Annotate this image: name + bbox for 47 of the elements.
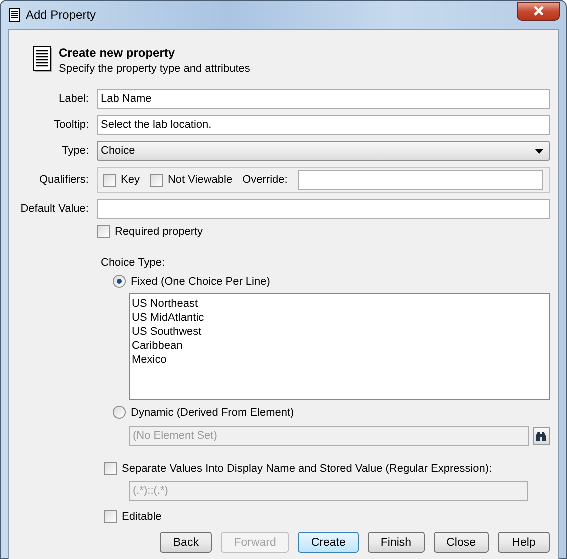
checkbox-label: Separate Values Into Display Name and Stored Value (Regular Expression): <box>122 462 492 474</box>
header-title: Create new property <box>59 46 176 60</box>
document-icon <box>9 8 20 22</box>
window-title: Add Property <box>26 8 98 22</box>
checkbox[interactable] <box>103 174 116 186</box>
list-item: Mexico <box>132 353 168 367</box>
checkbox[interactable] <box>150 174 163 186</box>
close-icon <box>532 6 544 16</box>
override-field[interactable] <box>298 170 543 190</box>
list-item: US Northeast <box>132 297 200 311</box>
type-dropdown[interactable]: Choice <box>97 141 550 161</box>
choices-list[interactable]: US Northeast US MidAtlantic US Southwest Caribbean Mexico <box>129 293 550 400</box>
radio-label: Fixed (One Choice Per Line) <box>131 276 270 288</box>
dialog-button[interactable]: Back <box>160 532 212 553</box>
checkbox-label: Not Viewable <box>168 174 233 186</box>
field-label: Tooltip: <box>53 119 89 131</box>
binoculars-icon <box>535 430 548 442</box>
checkbox[interactable] <box>104 510 117 523</box>
find-button[interactable] <box>532 427 550 445</box>
dialog-button[interactable]: Finish <box>368 532 425 553</box>
tooltip-field[interactable]: Select the lab location. <box>97 115 550 135</box>
field-label: Override: <box>242 174 288 186</box>
document-icon <box>33 46 53 73</box>
close-button[interactable] <box>517 2 560 20</box>
field-label: Qualifiers: <box>38 174 89 186</box>
radio-label: Dynamic (Derived From Element) <box>131 406 294 418</box>
checkbox[interactable] <box>97 225 110 238</box>
list-item: US MidAtlantic <box>132 311 206 325</box>
dialog-button[interactable]: Close <box>434 532 489 553</box>
checkbox[interactable] <box>104 462 117 475</box>
checkbox-label: Key <box>121 174 140 186</box>
field-label: Default Value: <box>20 203 89 215</box>
checkbox-label: Required property <box>115 226 204 238</box>
default-value-field[interactable] <box>97 199 550 219</box>
radio-button[interactable] <box>113 406 126 419</box>
header-subtitle: Specify the property type and attributes <box>59 63 250 75</box>
dropdown-arrow-icon <box>535 148 544 154</box>
field-label: Label: <box>58 93 89 105</box>
checkbox-label: Editable <box>122 510 162 522</box>
section-label: Choice Type: <box>101 257 166 269</box>
list-item: US Southwest <box>132 325 203 339</box>
dialog-button[interactable]: Create <box>298 532 359 553</box>
radio-button[interactable] <box>113 275 126 288</box>
dialog-button[interactable]: Help <box>498 532 550 553</box>
field-label: Type: <box>61 145 89 157</box>
list-item: Caribbean <box>132 339 184 353</box>
label-field[interactable]: Lab Name <box>97 89 550 109</box>
